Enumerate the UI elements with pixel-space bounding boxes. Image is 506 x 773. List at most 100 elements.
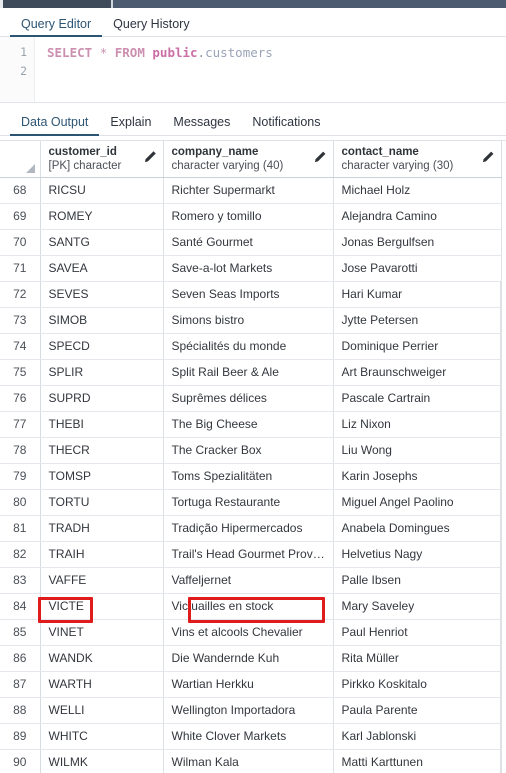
cell-company-name[interactable]: Richter Supermarkt (163, 177, 334, 204)
cell-contact-name[interactable]: Pirkko Koskitalo (333, 671, 502, 698)
table-row[interactable]: 82 TRAIH Trail's Head Gourmet Provisi… Helv… (0, 541, 502, 568)
cell-customer-id[interactable]: THECR (40, 437, 164, 464)
cell-customer-id[interactable]: WANDK (40, 645, 164, 672)
cell-company-name[interactable]: Tradição Hipermercados (163, 515, 334, 542)
tab-data-output[interactable]: Data Output (10, 115, 100, 136)
cell-customer-id[interactable]: TRADH (40, 515, 164, 542)
row-number-cell[interactable]: 89 (0, 723, 41, 750)
row-number-cell[interactable]: 86 (0, 645, 41, 672)
tab-query-history[interactable]: Query History (102, 17, 200, 37)
cell-contact-name[interactable]: Liu Wong (333, 437, 502, 464)
table-row[interactable]: 74 SPECD Spécialités du monde Dominique Per… (0, 333, 502, 360)
row-number-cell[interactable]: 88 (0, 697, 41, 724)
cell-contact-name[interactable]: Jytte Petersen (333, 307, 502, 334)
sql-editor[interactable]: 1 2 SELECT * FROM public.customers (0, 37, 506, 103)
table-row[interactable]: 85 VINET Vins et alcools Chevalier Paul Hen… (0, 619, 502, 646)
table-row[interactable]: 81 TRADH Tradição Hipermercados Anabela Dom… (0, 515, 502, 542)
cell-contact-name[interactable]: Hari Kumar (333, 281, 502, 308)
cell-customer-id[interactable]: WARTH (40, 671, 164, 698)
table-row[interactable]: 80 TORTU Tortuga Restaurante Miguel Angel P… (0, 489, 502, 516)
table-row[interactable]: 83 VAFFE Vaffeljernet Palle Ibsen (0, 567, 502, 594)
cell-customer-id[interactable]: VICTE (40, 593, 164, 620)
table-row[interactable]: 90 WILMK Wilman Kala Matti Karttunen (0, 749, 502, 773)
tab-explain[interactable]: Explain (99, 115, 162, 136)
row-number-cell[interactable]: 84 (0, 593, 41, 620)
row-number-cell[interactable]: 71 (0, 255, 41, 282)
row-number-cell[interactable]: 70 (0, 229, 41, 256)
pencil-icon[interactable] (313, 150, 327, 164)
table-row[interactable]: 84 VICTE Victuailles en stock Mary Saveley (0, 593, 502, 620)
cell-contact-name[interactable]: Rita Müller (333, 645, 502, 672)
cell-customer-id[interactable]: ROMEY (40, 203, 164, 230)
pencil-icon[interactable] (143, 150, 157, 164)
cell-customer-id[interactable]: SPLIR (40, 359, 164, 386)
row-number-cell[interactable]: 76 (0, 385, 41, 412)
cell-contact-name[interactable]: Miguel Angel Paolino (333, 489, 502, 516)
row-number-cell[interactable]: 81 (0, 515, 41, 542)
cell-customer-id[interactable]: VAFFE (40, 567, 164, 594)
cell-company-name[interactable]: Simons bistro (163, 307, 334, 334)
cell-customer-id[interactable]: TORTU (40, 489, 164, 516)
row-number-cell[interactable]: 73 (0, 307, 41, 334)
cell-contact-name[interactable]: Mary Saveley (333, 593, 502, 620)
cell-contact-name[interactable]: Matti Karttunen (333, 749, 502, 773)
table-row[interactable]: 73 SIMOB Simons bistro Jytte Petersen (0, 307, 502, 334)
cell-customer-id[interactable]: VINET (40, 619, 164, 646)
cell-company-name[interactable]: Toms Spezialitäten (163, 463, 334, 490)
column-header-customer-id[interactable]: customer_id [PK] character (40, 141, 164, 178)
cell-customer-id[interactable]: SPECD (40, 333, 164, 360)
row-number-cell[interactable]: 74 (0, 333, 41, 360)
cell-customer-id[interactable]: TRAIH (40, 541, 164, 568)
row-number-cell[interactable]: 77 (0, 411, 41, 438)
cell-company-name[interactable]: Suprêmes délices (163, 385, 334, 412)
cell-company-name[interactable]: Tortuga Restaurante (163, 489, 334, 516)
table-row[interactable]: 88 WELLI Wellington Importadora Paula Paren… (0, 697, 502, 724)
cell-company-name[interactable]: The Big Cheese (163, 411, 334, 438)
cell-company-name[interactable]: Wellington Importadora (163, 697, 334, 724)
row-number-cell[interactable]: 87 (0, 671, 41, 698)
cell-contact-name[interactable]: Michael Holz (333, 177, 502, 204)
cell-contact-name[interactable]: Dominique Perrier (333, 333, 502, 360)
cell-company-name[interactable]: Victuailles en stock (163, 593, 334, 620)
cell-company-name[interactable]: Die Wandernde Kuh (163, 645, 334, 672)
row-number-cell[interactable]: 68 (0, 177, 41, 204)
cell-contact-name[interactable]: Alejandra Camino (333, 203, 502, 230)
cell-contact-name[interactable]: Helvetius Nagy (333, 541, 502, 568)
cell-company-name[interactable]: Seven Seas Imports (163, 281, 334, 308)
pencil-icon[interactable] (481, 150, 495, 164)
cell-company-name[interactable]: Wilman Kala (163, 749, 334, 773)
cell-company-name[interactable]: Vaffeljernet (163, 567, 334, 594)
table-row[interactable]: 76 SUPRD Suprêmes délices Pascale Cartrain (0, 385, 502, 412)
cell-company-name[interactable]: Spécialités du monde (163, 333, 334, 360)
table-row[interactable]: 79 TOMSP Toms Spezialitäten Karin Josephs (0, 463, 502, 490)
tab-messages[interactable]: Messages (162, 115, 241, 136)
cell-company-name[interactable]: White Clover Markets (163, 723, 334, 750)
row-number-cell[interactable]: 72 (0, 281, 41, 308)
cell-company-name[interactable]: The Cracker Box (163, 437, 334, 464)
cell-company-name[interactable]: Romero y tomillo (163, 203, 334, 230)
row-number-cell[interactable]: 85 (0, 619, 41, 646)
cell-customer-id[interactable]: SEVES (40, 281, 164, 308)
cell-company-name[interactable]: Vins et alcools Chevalier (163, 619, 334, 646)
tab-notifications[interactable]: Notifications (241, 115, 331, 136)
cell-customer-id[interactable]: THEBI (40, 411, 164, 438)
cell-contact-name[interactable]: Palle Ibsen (333, 567, 502, 594)
table-row[interactable]: 70 SANTG Santé Gourmet Jonas Bergulfsen (0, 229, 502, 256)
grid-corner-cell[interactable] (0, 141, 41, 178)
row-number-cell[interactable]: 78 (0, 437, 41, 464)
cell-customer-id[interactable]: SUPRD (40, 385, 164, 412)
table-row[interactable]: 69 ROMEY Romero y tomillo Alejandra Camino (0, 203, 502, 230)
cell-customer-id[interactable]: TOMSP (40, 463, 164, 490)
results-grid[interactable]: customer_id [PK] character company_name … (0, 140, 506, 773)
cell-contact-name[interactable]: Jose Pavarotti (333, 255, 502, 282)
sql-code-area[interactable]: SELECT * FROM public.customers (35, 37, 506, 102)
table-row[interactable]: 75 SPLIR Split Rail Beer & Ale Art Braunsch… (0, 359, 502, 386)
table-row[interactable]: 72 SEVES Seven Seas Imports Hari Kumar (0, 281, 502, 308)
cell-contact-name[interactable]: Liz Nixon (333, 411, 502, 438)
row-number-cell[interactable]: 82 (0, 541, 41, 568)
row-number-cell[interactable]: 69 (0, 203, 41, 230)
row-number-cell[interactable]: 83 (0, 567, 41, 594)
cell-customer-id[interactable]: WILMK (40, 749, 164, 773)
cell-company-name[interactable]: Trail's Head Gourmet Provisi… (163, 541, 334, 568)
cell-customer-id[interactable]: SIMOB (40, 307, 164, 334)
